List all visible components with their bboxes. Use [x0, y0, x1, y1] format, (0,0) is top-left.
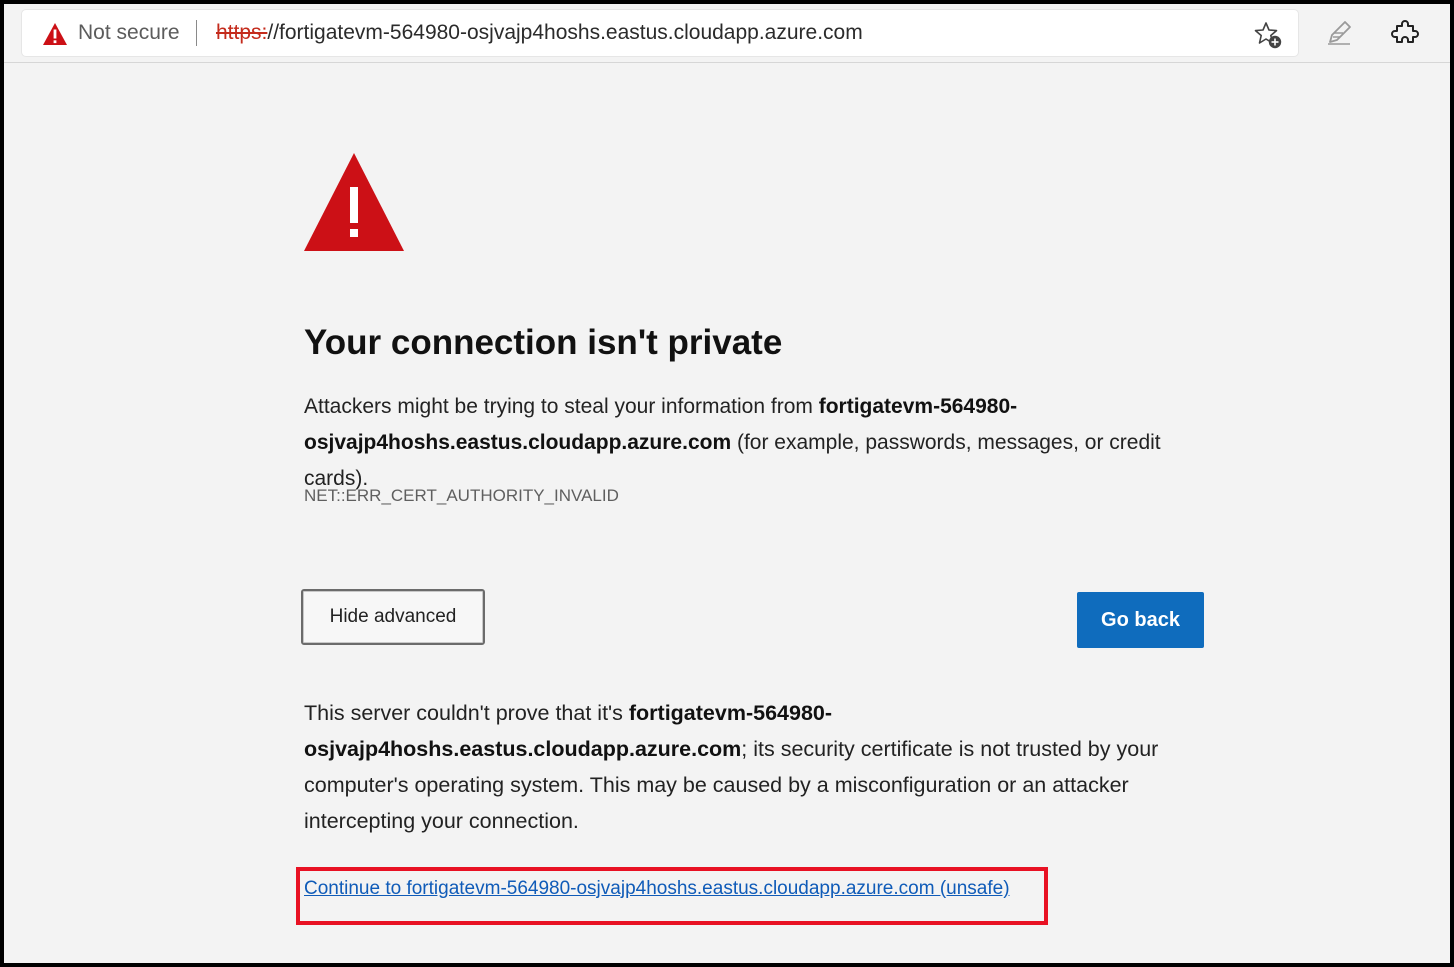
error-code[interactable]: NET::ERR_CERT_AUTHORITY_INVALID: [304, 486, 619, 506]
security-status-label[interactable]: Not secure: [78, 21, 180, 45]
extensions-icon[interactable]: [1388, 16, 1422, 50]
pen-icon[interactable]: [1322, 16, 1356, 50]
url-divider: [196, 20, 197, 46]
explain-prefix: This server couldn't prove that it's: [304, 701, 629, 725]
browser-toolbar: Not secure https://fortigatevm-564980-os…: [4, 4, 1450, 63]
url-text[interactable]: https://fortigatevm-564980-osjvajp4hoshs…: [216, 21, 863, 45]
error-page: Your connection isn't private Attackers …: [4, 63, 1450, 963]
warning-icon[interactable]: [42, 22, 68, 46]
hide-advanced-button[interactable]: Hide advanced: [301, 589, 485, 645]
browser-window: Not secure https://fortigatevm-564980-os…: [4, 4, 1450, 963]
address-bar[interactable]: Not secure https://fortigatevm-564980-os…: [22, 10, 1298, 56]
go-back-button[interactable]: Go back: [1077, 592, 1204, 648]
advanced-explanation: This server couldn't prove that it's for…: [304, 695, 1204, 839]
add-favorite-icon[interactable]: [1252, 19, 1284, 51]
url-scheme: https:: [216, 21, 268, 44]
url-host: //fortigatevm-564980-osjvajp4hoshs.eastu…: [267, 21, 863, 44]
warning-icon: [304, 153, 404, 251]
desc-prefix: Attackers might be trying to steal your …: [304, 395, 819, 418]
proceed-unsafe-link[interactable]: Continue to fortigatevm-564980-osjvajp4h…: [304, 877, 1010, 901]
warning-description: Attackers might be trying to steal your …: [304, 389, 1224, 497]
page-title: Your connection isn't private: [304, 323, 783, 362]
